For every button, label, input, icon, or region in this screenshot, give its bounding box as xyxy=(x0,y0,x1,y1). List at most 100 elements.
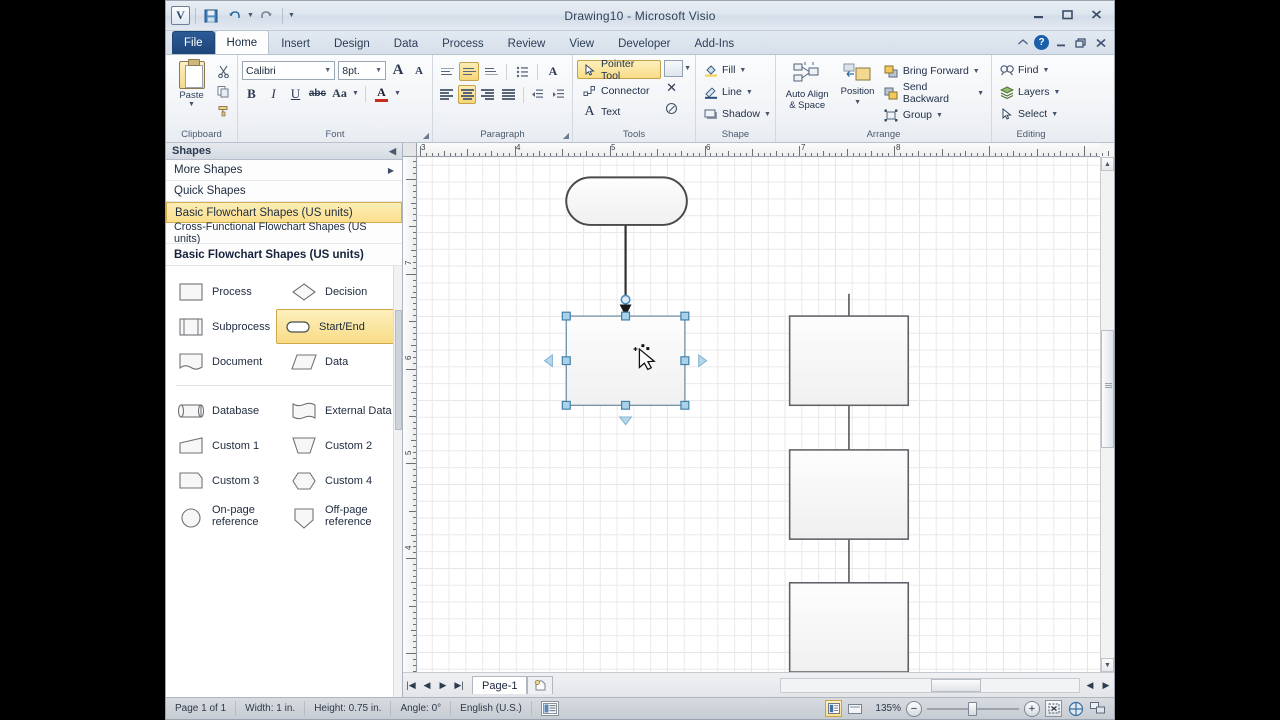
maximize-icon[interactable] xyxy=(1054,5,1081,23)
shadow-dropdown-icon[interactable]: ▼ xyxy=(764,111,771,118)
align-left-button[interactable] xyxy=(437,85,456,104)
tab-view[interactable]: View xyxy=(557,32,606,54)
next-page-button[interactable]: ▶ xyxy=(435,677,451,693)
tab-add-ins[interactable]: Add-Ins xyxy=(683,32,747,54)
find-dropdown-icon[interactable]: ▼ xyxy=(1042,67,1049,74)
pointer-tool-button[interactable]: Pointer Tool xyxy=(577,58,662,82)
close-document-icon[interactable] xyxy=(1092,34,1109,51)
zoom-out-button[interactable]: − xyxy=(906,700,922,717)
scroll-up-icon[interactable]: ▲ xyxy=(1101,157,1114,171)
stencil-item-custom-1[interactable]: Custom 1 xyxy=(170,428,283,463)
crop-tool-icon[interactable]: ✕ xyxy=(664,79,679,97)
stencil-item-database[interactable]: Database xyxy=(170,393,283,428)
text-tool-button[interactable]: A Text xyxy=(577,102,661,121)
underline-button[interactable]: U xyxy=(286,84,305,103)
stencil-item-custom-2[interactable]: Custom 2 xyxy=(283,428,396,463)
font-dialog-launcher-icon[interactable]: ◢ xyxy=(423,129,429,143)
minimize-icon[interactable] xyxy=(1025,5,1052,23)
rectangle-tool-icon[interactable] xyxy=(664,60,684,77)
tab-review[interactable]: Review xyxy=(496,32,558,54)
line-button[interactable]: Line ▼ xyxy=(700,82,771,102)
font-family-combo[interactable]: Calibri ▼ xyxy=(242,61,336,80)
font-color-dropdown-icon[interactable]: ▼ xyxy=(394,90,401,97)
close-icon[interactable] xyxy=(1083,5,1110,23)
position-dropdown-icon[interactable]: ▼ xyxy=(854,97,861,108)
bring-forward-button[interactable]: Bring Forward ▼ xyxy=(881,61,987,81)
tab-developer[interactable]: Developer xyxy=(606,32,682,54)
scroll-right-icon[interactable]: ▶ xyxy=(1098,677,1114,693)
justify-button[interactable] xyxy=(499,85,518,104)
select-button[interactable]: Select ▼ xyxy=(996,104,1066,124)
find-button[interactable]: Find ▼ xyxy=(996,60,1066,80)
bring-forward-dropdown-icon[interactable]: ▼ xyxy=(973,68,980,75)
line-dropdown-icon[interactable]: ▼ xyxy=(746,89,753,96)
copy-icon[interactable] xyxy=(213,82,233,100)
stencil-scrollbar[interactable] xyxy=(393,266,402,697)
canvas-vertical-scrollbar[interactable]: ▲ ▼ xyxy=(1100,157,1114,672)
fit-page-button[interactable] xyxy=(1045,700,1062,717)
scrollbar-thumb[interactable] xyxy=(395,310,402,430)
stencil-item-process[interactable]: Process xyxy=(170,274,283,309)
send-backward-dropdown-icon[interactable]: ▼ xyxy=(977,90,984,97)
layers-dropdown-icon[interactable]: ▼ xyxy=(1054,89,1061,96)
zoom-slider-knob[interactable] xyxy=(968,701,977,716)
align-center-button[interactable] xyxy=(457,85,477,104)
bold-button[interactable]: B xyxy=(242,84,261,103)
status-language[interactable]: English (U.S.) xyxy=(451,701,532,716)
rectangle-tool-dropdown-icon[interactable]: ▼ xyxy=(684,65,691,72)
fill-button[interactable]: Fill ▼ xyxy=(700,60,771,80)
stencil-item-external-data[interactable]: External Data xyxy=(283,393,396,428)
italic-button[interactable]: I xyxy=(264,84,283,103)
scroll-down-icon[interactable]: ▼ xyxy=(1101,658,1114,672)
restore-document-icon[interactable] xyxy=(1072,34,1089,51)
help-icon[interactable]: ? xyxy=(1034,35,1049,50)
minimize-document-icon[interactable] xyxy=(1052,34,1069,51)
collapse-panel-icon[interactable]: ◀ xyxy=(389,146,396,157)
tab-file[interactable]: File xyxy=(172,31,215,54)
scrollbar-thumb[interactable] xyxy=(1101,330,1114,448)
zoom-window-icon[interactable] xyxy=(847,700,864,717)
scroll-left-icon[interactable]: ◀ xyxy=(1082,677,1098,693)
pencil-tool-icon[interactable] xyxy=(664,99,679,117)
layers-button[interactable]: Layers ▼ xyxy=(996,82,1066,102)
tab-home[interactable]: Home xyxy=(214,30,270,54)
scrollbar-track[interactable] xyxy=(780,677,1080,693)
previous-page-button[interactable]: ◀ xyxy=(419,677,435,693)
connector-button[interactable]: Connector xyxy=(577,81,661,100)
collapse-ribbon-icon[interactable] xyxy=(1014,34,1031,51)
change-case-dropdown-icon[interactable]: ▼ xyxy=(352,90,359,97)
increase-indent-button[interactable] xyxy=(549,85,568,104)
drawing-canvas[interactable] xyxy=(418,158,1100,672)
send-backward-button[interactable]: Send Backward ▼ xyxy=(881,81,987,105)
stencil-item-off-page-reference[interactable]: Off-page reference xyxy=(283,498,396,533)
page-view-toggle-button[interactable] xyxy=(825,700,842,717)
align-top-button[interactable] xyxy=(437,62,457,81)
stencil-item-custom-3[interactable]: Custom 3 xyxy=(170,463,283,498)
last-page-button[interactable]: ▶| xyxy=(451,677,467,693)
shadow-button[interactable]: Shadow ▼ xyxy=(700,104,771,124)
sidebar-item-quick-shapes[interactable]: Quick Shapes xyxy=(166,181,402,202)
shrink-font-button[interactable]: A xyxy=(410,61,428,80)
change-case-button[interactable]: Aa xyxy=(330,84,349,103)
paragraph-dialog-launcher-icon[interactable]: ◢ xyxy=(563,129,569,143)
stencil-item-subprocess[interactable]: Subprocess xyxy=(170,309,276,344)
auto-align-space-button[interactable]: Auto Align & Space xyxy=(780,59,834,128)
select-dropdown-icon[interactable]: ▼ xyxy=(1051,111,1058,118)
tab-data[interactable]: Data xyxy=(382,32,430,54)
stencil-item-start-end[interactable]: Start/End xyxy=(275,309,398,344)
scrollbar-thumb[interactable] xyxy=(931,678,981,692)
stencil-item-custom-4[interactable]: Custom 4 xyxy=(283,463,396,498)
decrease-indent-button[interactable] xyxy=(529,85,548,104)
zoom-in-button[interactable]: + xyxy=(1024,700,1040,717)
strikethrough-button[interactable]: abc xyxy=(308,84,327,103)
macro-record-button[interactable] xyxy=(532,701,568,716)
paste-dropdown-icon[interactable]: ▼ xyxy=(188,101,195,108)
tab-design[interactable]: Design xyxy=(322,32,382,54)
sidebar-item-cross-functional-flowchart-shapes[interactable]: Cross-Functional Flowchart Shapes (US un… xyxy=(166,221,402,245)
sidebar-item-basic-flowchart-shapes[interactable]: Basic Flowchart Shapes (US units) xyxy=(166,202,402,223)
position-button[interactable]: Position ▼ xyxy=(834,59,881,128)
fill-dropdown-icon[interactable]: ▼ xyxy=(739,67,746,74)
font-color-button[interactable]: A xyxy=(372,84,391,103)
tab-process[interactable]: Process xyxy=(430,32,496,54)
zoom-level-label[interactable]: 135% xyxy=(869,703,901,714)
